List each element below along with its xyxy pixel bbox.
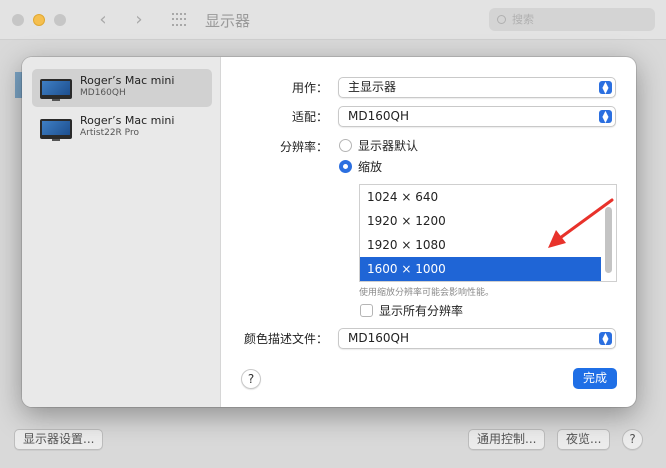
scaled-resolution-label: 缩放 [358,160,383,174]
color-profile-value: MD160QH [348,331,409,345]
chevron-updown-icon: ▲ ▼ [599,332,612,346]
optimize-for-value: MD160QH [348,109,409,123]
display-settings-button[interactable]: 显示器设置... [14,429,104,450]
color-profile-popup[interactable]: MD160QH ▲ ▼ [338,328,616,349]
resolution-option-selected[interactable]: 1600 × 1000 [360,257,601,281]
window-help-button[interactable]: ? [622,429,643,450]
title-bar: ‹ › 显示器 搜索 [0,0,666,40]
resolution-option[interactable]: 1920 × 1200 [360,209,601,233]
show-all-resolutions-checkbox[interactable] [360,304,373,317]
window-title: 显示器 [205,12,251,30]
resolution-label: 分辨率： [279,140,328,154]
search-icon [497,15,506,24]
zoom-button[interactable] [54,14,66,26]
radio-scaled-resolution[interactable] [339,160,352,173]
use-as-label: 用作： [291,81,328,95]
universal-control-button[interactable]: 通用控制... [468,429,546,450]
default-resolution-label: 显示器默认 [358,139,419,153]
monitor-icon [40,119,72,141]
use-as-value: 主显示器 [348,80,397,94]
chevron-updown-icon: ▲ ▼ [599,81,612,95]
display-name: Roger’s Mac mini [80,114,175,127]
resolution-option[interactable]: 1024 × 640 [360,185,601,209]
close-button[interactable] [12,14,24,26]
minimize-button[interactable] [33,14,45,26]
done-button[interactable]: 完成 [573,368,617,389]
search-placeholder: 搜索 [512,13,534,26]
chevron-updown-icon: ▲ ▼ [599,110,612,124]
forward-icon[interactable]: › [128,9,150,31]
use-as-popup[interactable]: 主显示器 ▲ ▼ [338,77,616,98]
display-model: MD160QH [80,88,126,98]
help-button[interactable]: ? [241,369,261,389]
performance-hint: 使用缩放分辨率可能会影响性能。 [359,288,495,298]
back-icon[interactable]: ‹ [92,9,114,31]
show-all-grid-icon[interactable] [172,13,188,27]
resolution-option[interactable]: 1920 × 1080 [360,233,601,257]
search-field[interactable]: 搜索 [489,8,655,31]
optimize-for-label: 适配： [291,110,328,124]
display-name: Roger’s Mac mini [80,74,175,87]
color-profile-label: 颜色描述文件： [243,332,328,346]
display-model: Artist22R Pro [80,128,139,138]
radio-default-resolution[interactable] [339,139,352,152]
scaled-resolution-list: 1024 × 640 1920 × 1200 1920 × 1080 1600 … [359,184,617,282]
show-all-resolutions-label: 显示所有分辨率 [379,304,464,318]
sidebar-display-md160qh[interactable]: Roger’s Mac mini MD160QH [32,69,212,107]
display-sidebar: Roger’s Mac mini MD160QH Roger’s Mac min… [22,57,221,407]
display-settings-sheet: Roger’s Mac mini MD160QH Roger’s Mac min… [22,57,636,407]
list-scrollbar[interactable] [605,207,612,273]
monitor-icon [40,79,72,101]
night-shift-button[interactable]: 夜览... [557,429,611,450]
sidebar-display-artist22r-pro[interactable]: Roger’s Mac mini Artist22R Pro [32,109,212,147]
optimize-for-popup[interactable]: MD160QH ▲ ▼ [338,106,616,127]
